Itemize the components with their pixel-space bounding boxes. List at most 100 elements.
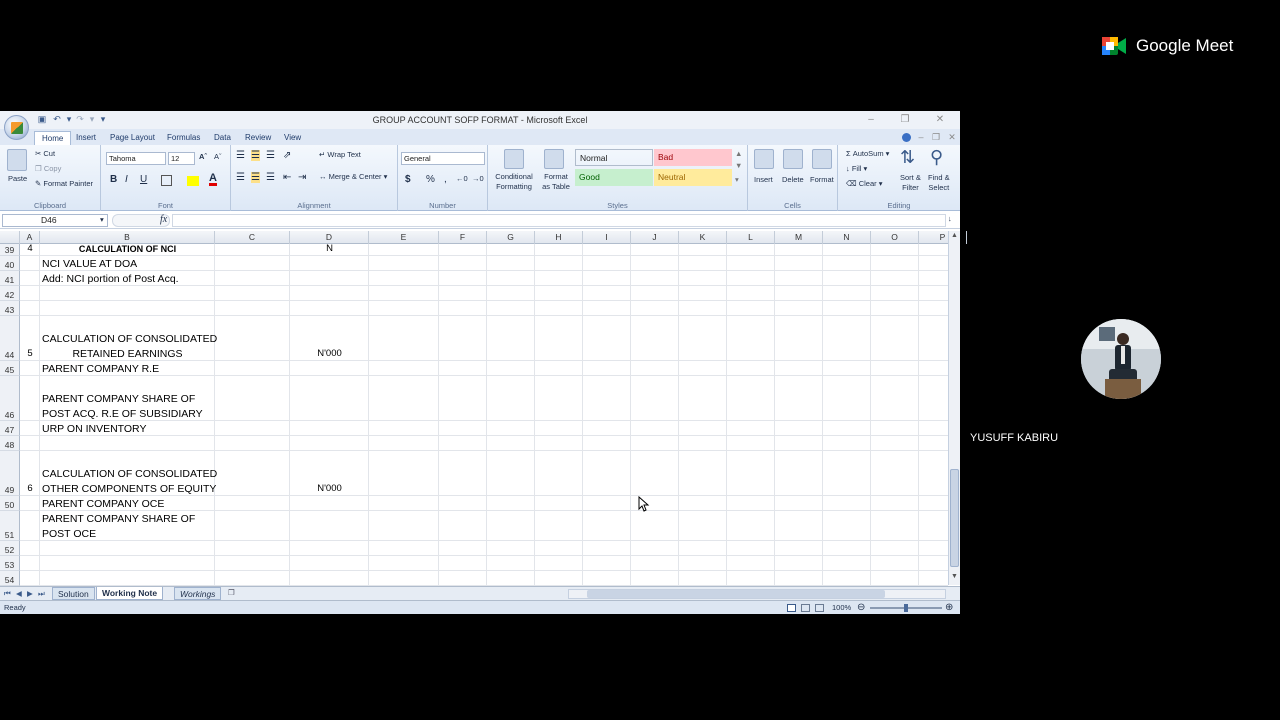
- restore-icon[interactable]: ❐: [898, 113, 912, 127]
- format-cells-icon[interactable]: [812, 149, 832, 169]
- office-button[interactable]: [4, 115, 29, 140]
- row-header[interactable]: 44: [0, 316, 20, 361]
- column-header-l[interactable]: L: [727, 231, 775, 244]
- name-box[interactable]: D46: [2, 214, 108, 227]
- column-header-h[interactable]: H: [535, 231, 583, 244]
- sheet-tab-working-note[interactable]: Working Note: [96, 587, 164, 600]
- scroll-down-icon[interactable]: ▼: [950, 573, 959, 582]
- page-break-view-icon[interactable]: [815, 604, 824, 612]
- cell-b[interactable]: PARENT COMPANY OCE: [42, 496, 213, 511]
- workbook-restore-icon[interactable]: ❐: [929, 130, 943, 144]
- borders-icon[interactable]: [161, 175, 172, 186]
- fill-color-icon[interactable]: [187, 176, 199, 186]
- styles-more-icon[interactable]: ▾: [735, 175, 739, 184]
- align-left-icon[interactable]: ☰: [236, 172, 245, 183]
- row-header[interactable]: 49: [0, 451, 20, 496]
- cell-b[interactable]: PARENT COMPANY R.E: [42, 361, 213, 376]
- last-sheet-icon[interactable]: ⏭: [38, 589, 45, 599]
- format-as-table-button[interactable]: Format as Table: [538, 172, 574, 192]
- currency-button[interactable]: $: [405, 174, 411, 185]
- row-header[interactable]: 42: [0, 286, 20, 301]
- cell-b[interactable]: CALCULATION OF CONSOLIDATED RETAINED EARN…: [42, 316, 217, 361]
- paste-button[interactable]: Paste: [8, 174, 27, 183]
- font-color-icon[interactable]: A: [209, 173, 217, 186]
- close-icon[interactable]: ✕: [933, 113, 947, 127]
- vertical-scroll-thumb[interactable]: [950, 469, 959, 567]
- italic-button[interactable]: I: [125, 174, 128, 185]
- delete-cells-button[interactable]: Delete: [782, 175, 804, 184]
- align-middle-icon[interactable]: ☰: [251, 150, 260, 161]
- zoom-out-icon[interactable]: ⊖: [857, 602, 865, 613]
- tab-page-layout[interactable]: Page Layout: [103, 131, 162, 145]
- row-header[interactable]: 40: [0, 256, 20, 271]
- row-header[interactable]: 50: [0, 496, 20, 511]
- cell-a[interactable]: 5: [22, 316, 38, 361]
- bold-button[interactable]: B: [110, 174, 117, 185]
- row-header[interactable]: 45: [0, 361, 20, 376]
- horizontal-scroll-thumb[interactable]: [587, 590, 885, 598]
- workbook-close-icon[interactable]: ✕: [945, 130, 959, 144]
- sort-filter-icon[interactable]: ⇅: [900, 147, 915, 168]
- number-format-select[interactable]: General: [401, 152, 485, 165]
- fill-button[interactable]: ↓ Fill ▾: [846, 164, 867, 173]
- conditional-formatting-icon[interactable]: [504, 149, 524, 169]
- font-size-select[interactable]: 12: [168, 152, 195, 165]
- normal-view-icon[interactable]: [787, 604, 796, 612]
- row-header[interactable]: 51: [0, 511, 20, 541]
- conditional-formatting-button[interactable]: Conditional Formatting: [493, 172, 535, 192]
- insert-cells-button[interactable]: Insert: [754, 175, 773, 184]
- select-all-corner[interactable]: [0, 231, 20, 244]
- help-icon[interactable]: [902, 133, 911, 142]
- delete-cells-icon[interactable]: [783, 149, 803, 169]
- style-good[interactable]: Good: [575, 169, 653, 186]
- merge-center-button[interactable]: ↔ Merge & Center ▾: [319, 172, 387, 181]
- sort-filter-button[interactable]: Sort & Filter: [900, 173, 921, 193]
- tab-home[interactable]: Home: [34, 131, 72, 145]
- horizontal-scrollbar[interactable]: [568, 589, 946, 599]
- align-top-icon[interactable]: ☰: [236, 150, 245, 161]
- column-header-m[interactable]: M: [775, 231, 823, 244]
- expand-formula-bar-icon[interactable]: ↓: [948, 214, 952, 223]
- zoom-slider-thumb[interactable]: [904, 604, 908, 612]
- percent-button[interactable]: %: [426, 174, 435, 185]
- column-header-g[interactable]: G: [487, 231, 535, 244]
- format-as-table-icon[interactable]: [544, 149, 564, 169]
- decrease-indent-icon[interactable]: ⇤: [283, 172, 291, 183]
- clear-button[interactable]: ⌫ Clear ▾: [846, 179, 883, 188]
- cell-a[interactable]: 6: [22, 451, 38, 496]
- sheet-tab-solution[interactable]: Solution: [52, 587, 95, 600]
- column-header-i[interactable]: I: [583, 231, 631, 244]
- column-header-a[interactable]: A: [20, 231, 40, 244]
- style-neutral[interactable]: Neutral: [654, 169, 732, 186]
- column-header-c[interactable]: C: [215, 231, 290, 244]
- column-header-e[interactable]: E: [369, 231, 439, 244]
- find-select-button[interactable]: Find & Select: [928, 173, 950, 193]
- zoom-level[interactable]: 100%: [832, 603, 851, 612]
- insert-function-button[interactable]: fx: [160, 214, 167, 225]
- row-header[interactable]: 48: [0, 436, 20, 451]
- row-header[interactable]: 54: [0, 571, 20, 586]
- cell-d[interactable]: N'000: [292, 316, 367, 361]
- zoom-in-icon[interactable]: ⊕: [945, 602, 953, 613]
- autosum-button[interactable]: Σ AutoSum ▾: [846, 149, 889, 158]
- font-name-select[interactable]: Tahoma: [106, 152, 166, 165]
- sheet-tab-workings[interactable]: Workings: [174, 587, 222, 600]
- row-header[interactable]: 47: [0, 421, 20, 436]
- row-header[interactable]: 41: [0, 271, 20, 286]
- cell-b[interactable]: PARENT COMPANY SHARE OF POST OCE: [42, 511, 213, 541]
- format-cells-button[interactable]: Format: [810, 175, 834, 184]
- column-header-f[interactable]: F: [439, 231, 487, 244]
- scroll-up-icon[interactable]: ▲: [950, 232, 959, 241]
- cell-b[interactable]: NCI VALUE AT DOA: [42, 256, 213, 271]
- underline-button[interactable]: U: [140, 174, 147, 185]
- first-sheet-icon[interactable]: ⏮: [4, 589, 11, 599]
- tab-review[interactable]: Review: [238, 131, 278, 145]
- orientation-icon[interactable]: ⇗: [283, 150, 291, 161]
- column-header-n[interactable]: N: [823, 231, 871, 244]
- cut-button[interactable]: ✂ Cut: [35, 149, 55, 158]
- comma-button[interactable]: ,: [444, 174, 447, 185]
- tab-data[interactable]: Data: [207, 131, 238, 145]
- cell-b[interactable]: URP ON INVENTORY: [42, 421, 213, 436]
- decrease-decimal-icon[interactable]: →0: [472, 174, 484, 183]
- grow-font-icon[interactable]: Aˆ: [199, 152, 207, 161]
